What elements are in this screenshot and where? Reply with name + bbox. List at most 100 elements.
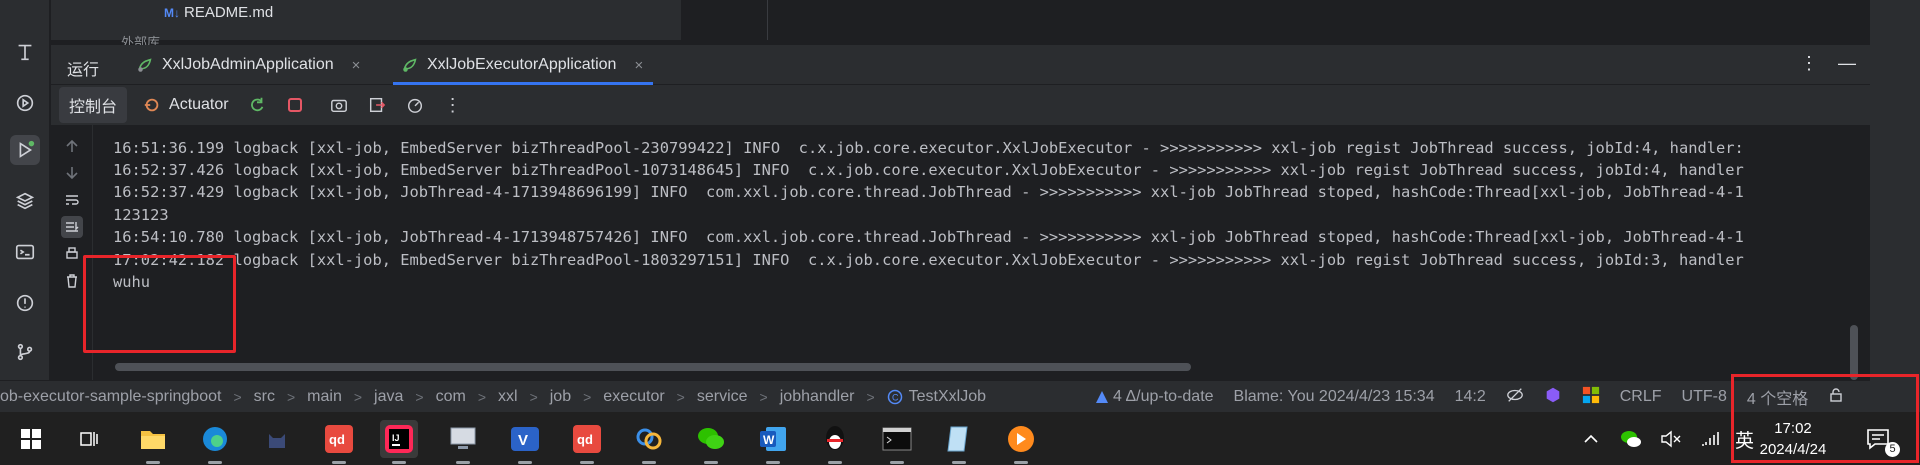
vcs-status[interactable]: 4 Δ/up-to-date bbox=[1095, 388, 1214, 406]
scroll-down-icon[interactable] bbox=[61, 162, 83, 184]
console-output[interactable]: 16:51:36.199 logback [xxl-job, EmbedServ… bbox=[113, 125, 1860, 345]
breadcrumb-item[interactable]: com bbox=[436, 388, 466, 406]
tab-xxljob-executor[interactable]: XxlJobExecutorApplication × bbox=[392, 45, 654, 85]
chevron-right-icon: > bbox=[353, 388, 363, 405]
tree-item-readme[interactable]: M↓ README.md bbox=[164, 4, 273, 21]
cat-app-icon bbox=[269, 434, 285, 448]
chevron-right-icon: > bbox=[676, 388, 685, 405]
word-button[interactable]: W bbox=[754, 420, 792, 464]
chevron-right-icon: > bbox=[233, 388, 242, 405]
chevron-right-icon: > bbox=[583, 388, 592, 405]
cursor-position[interactable]: 14:2 bbox=[1455, 388, 1486, 406]
breadcrumb-item[interactable]: java bbox=[374, 388, 403, 406]
git-tool-button[interactable] bbox=[10, 337, 40, 367]
tray-volume[interactable] bbox=[1660, 412, 1682, 465]
wechat-tray-icon bbox=[1621, 430, 1641, 447]
qq-button[interactable] bbox=[816, 420, 854, 464]
line-separator[interactable]: CRLF bbox=[1620, 388, 1662, 406]
console-line: 123123 bbox=[113, 206, 169, 224]
tab-xxljob-admin[interactable]: XxlJobAdminApplication × bbox=[136, 45, 360, 85]
print-icon[interactable] bbox=[61, 243, 83, 265]
stop-icon[interactable] bbox=[285, 95, 305, 115]
console-window-icon bbox=[882, 427, 912, 451]
intellij-button[interactable]: IJ bbox=[380, 420, 418, 464]
scroll-to-end-icon[interactable] bbox=[61, 216, 83, 238]
breadcrumb-item[interactable]: executor bbox=[603, 388, 664, 406]
layers-tool-button[interactable] bbox=[10, 186, 40, 216]
more-options-icon[interactable]: ⋮ bbox=[1800, 53, 1818, 74]
remote-desktop-button[interactable] bbox=[444, 420, 482, 464]
chevron-right-icon: > bbox=[866, 388, 875, 405]
run-tab-bar: 运行 XxlJobAdminApplication × XxlJobExecut… bbox=[51, 45, 1870, 85]
status-bar: ob-executor-sample-springboot > src > main… bbox=[0, 380, 1870, 412]
structure-tool-button[interactable] bbox=[10, 37, 40, 67]
trash-icon[interactable] bbox=[61, 270, 83, 292]
camera-icon[interactable] bbox=[329, 95, 349, 115]
vertical-scrollbar[interactable] bbox=[1850, 325, 1858, 380]
terminal-icon bbox=[15, 244, 35, 260]
horizontal-scrollbar[interactable] bbox=[115, 363, 1191, 371]
qq-penguin-icon bbox=[826, 426, 844, 450]
soft-wrap-icon[interactable] bbox=[61, 189, 83, 211]
loop-app-button[interactable] bbox=[630, 420, 668, 464]
more-icon[interactable]: ⋮ bbox=[443, 95, 463, 115]
services-tool-button[interactable] bbox=[10, 88, 40, 118]
run-icon bbox=[19, 140, 35, 158]
breadcrumb-item[interactable]: main bbox=[307, 388, 342, 406]
minimize-icon[interactable]: — bbox=[1838, 53, 1856, 74]
file-encoding[interactable]: UTF-8 bbox=[1682, 388, 1727, 406]
edge-button[interactable] bbox=[196, 420, 234, 464]
highlight-box-clock bbox=[1731, 374, 1919, 463]
breadcrumb: ob-executor-sample-springboot > src > main… bbox=[0, 388, 986, 406]
breadcrumb-item[interactable]: xxl bbox=[498, 388, 518, 406]
tab-console[interactable]: 控制台 bbox=[59, 87, 128, 123]
terminal-tool-button[interactable] bbox=[10, 237, 40, 267]
task-view-icon bbox=[80, 432, 98, 446]
chevron-right-icon: > bbox=[415, 388, 424, 405]
breadcrumb-class[interactable]: C TestXxlJob bbox=[887, 388, 986, 406]
windows-logo-icon[interactable] bbox=[1582, 386, 1600, 409]
orange-app-button[interactable] bbox=[1002, 420, 1040, 464]
breadcrumb-item[interactable]: src bbox=[254, 388, 275, 406]
cat-app-button[interactable] bbox=[258, 420, 296, 458]
volume-muted-icon bbox=[1661, 430, 1681, 447]
run-tool-button[interactable] bbox=[10, 135, 40, 165]
show-hidden-icons[interactable] bbox=[1582, 412, 1600, 465]
tab-actuator[interactable]: Actuator bbox=[143, 96, 229, 114]
chevron-right-icon: > bbox=[529, 388, 538, 405]
chevron-up-icon bbox=[1584, 434, 1598, 443]
file-explorer-button[interactable] bbox=[134, 420, 172, 464]
qd-app-button[interactable]: qd bbox=[320, 420, 358, 464]
tray-wechat[interactable] bbox=[1620, 412, 1642, 465]
profiler-icon[interactable] bbox=[405, 95, 425, 115]
v-app-button[interactable]: V bbox=[506, 420, 544, 464]
breadcrumb-item[interactable]: job bbox=[550, 388, 571, 406]
start-button[interactable] bbox=[12, 420, 50, 458]
editor-area bbox=[681, 0, 1871, 40]
qd-app-2-button[interactable]: qd bbox=[568, 420, 606, 464]
wechat-button[interactable] bbox=[692, 420, 730, 464]
notepad-button[interactable] bbox=[940, 420, 978, 464]
breadcrumb-item[interactable]: service bbox=[697, 388, 748, 406]
plugin-icon[interactable] bbox=[1544, 386, 1562, 409]
console-line: 16:54:10.780 logback [xxl-job, JobThread… bbox=[113, 228, 1744, 246]
breadcrumb-item[interactable]: jobhandler bbox=[780, 388, 855, 406]
task-view-button[interactable] bbox=[70, 420, 108, 458]
left-tool-strip bbox=[0, 0, 50, 380]
close-icon[interactable]: × bbox=[352, 57, 361, 74]
tab-label: XxlJobExecutorApplication bbox=[427, 56, 617, 73]
no-eye-icon[interactable] bbox=[1506, 386, 1524, 409]
tray-network[interactable] bbox=[1700, 412, 1722, 465]
problems-tool-button[interactable] bbox=[10, 288, 40, 318]
scroll-up-icon[interactable] bbox=[61, 135, 83, 157]
exit-icon[interactable] bbox=[367, 95, 387, 115]
tab-label: Actuator bbox=[169, 96, 229, 113]
blame-info[interactable]: Blame: You 2024/4/23 15:34 bbox=[1234, 388, 1435, 406]
svg-text:C: C bbox=[892, 392, 899, 402]
breadcrumb-item[interactable]: ob-executor-sample-springboot bbox=[0, 388, 221, 406]
terminal-button[interactable] bbox=[878, 420, 916, 464]
close-icon[interactable]: × bbox=[634, 57, 643, 74]
notepad-icon bbox=[947, 426, 968, 452]
rerun-icon[interactable] bbox=[247, 95, 267, 115]
vcs-triangle-icon bbox=[1096, 391, 1108, 403]
